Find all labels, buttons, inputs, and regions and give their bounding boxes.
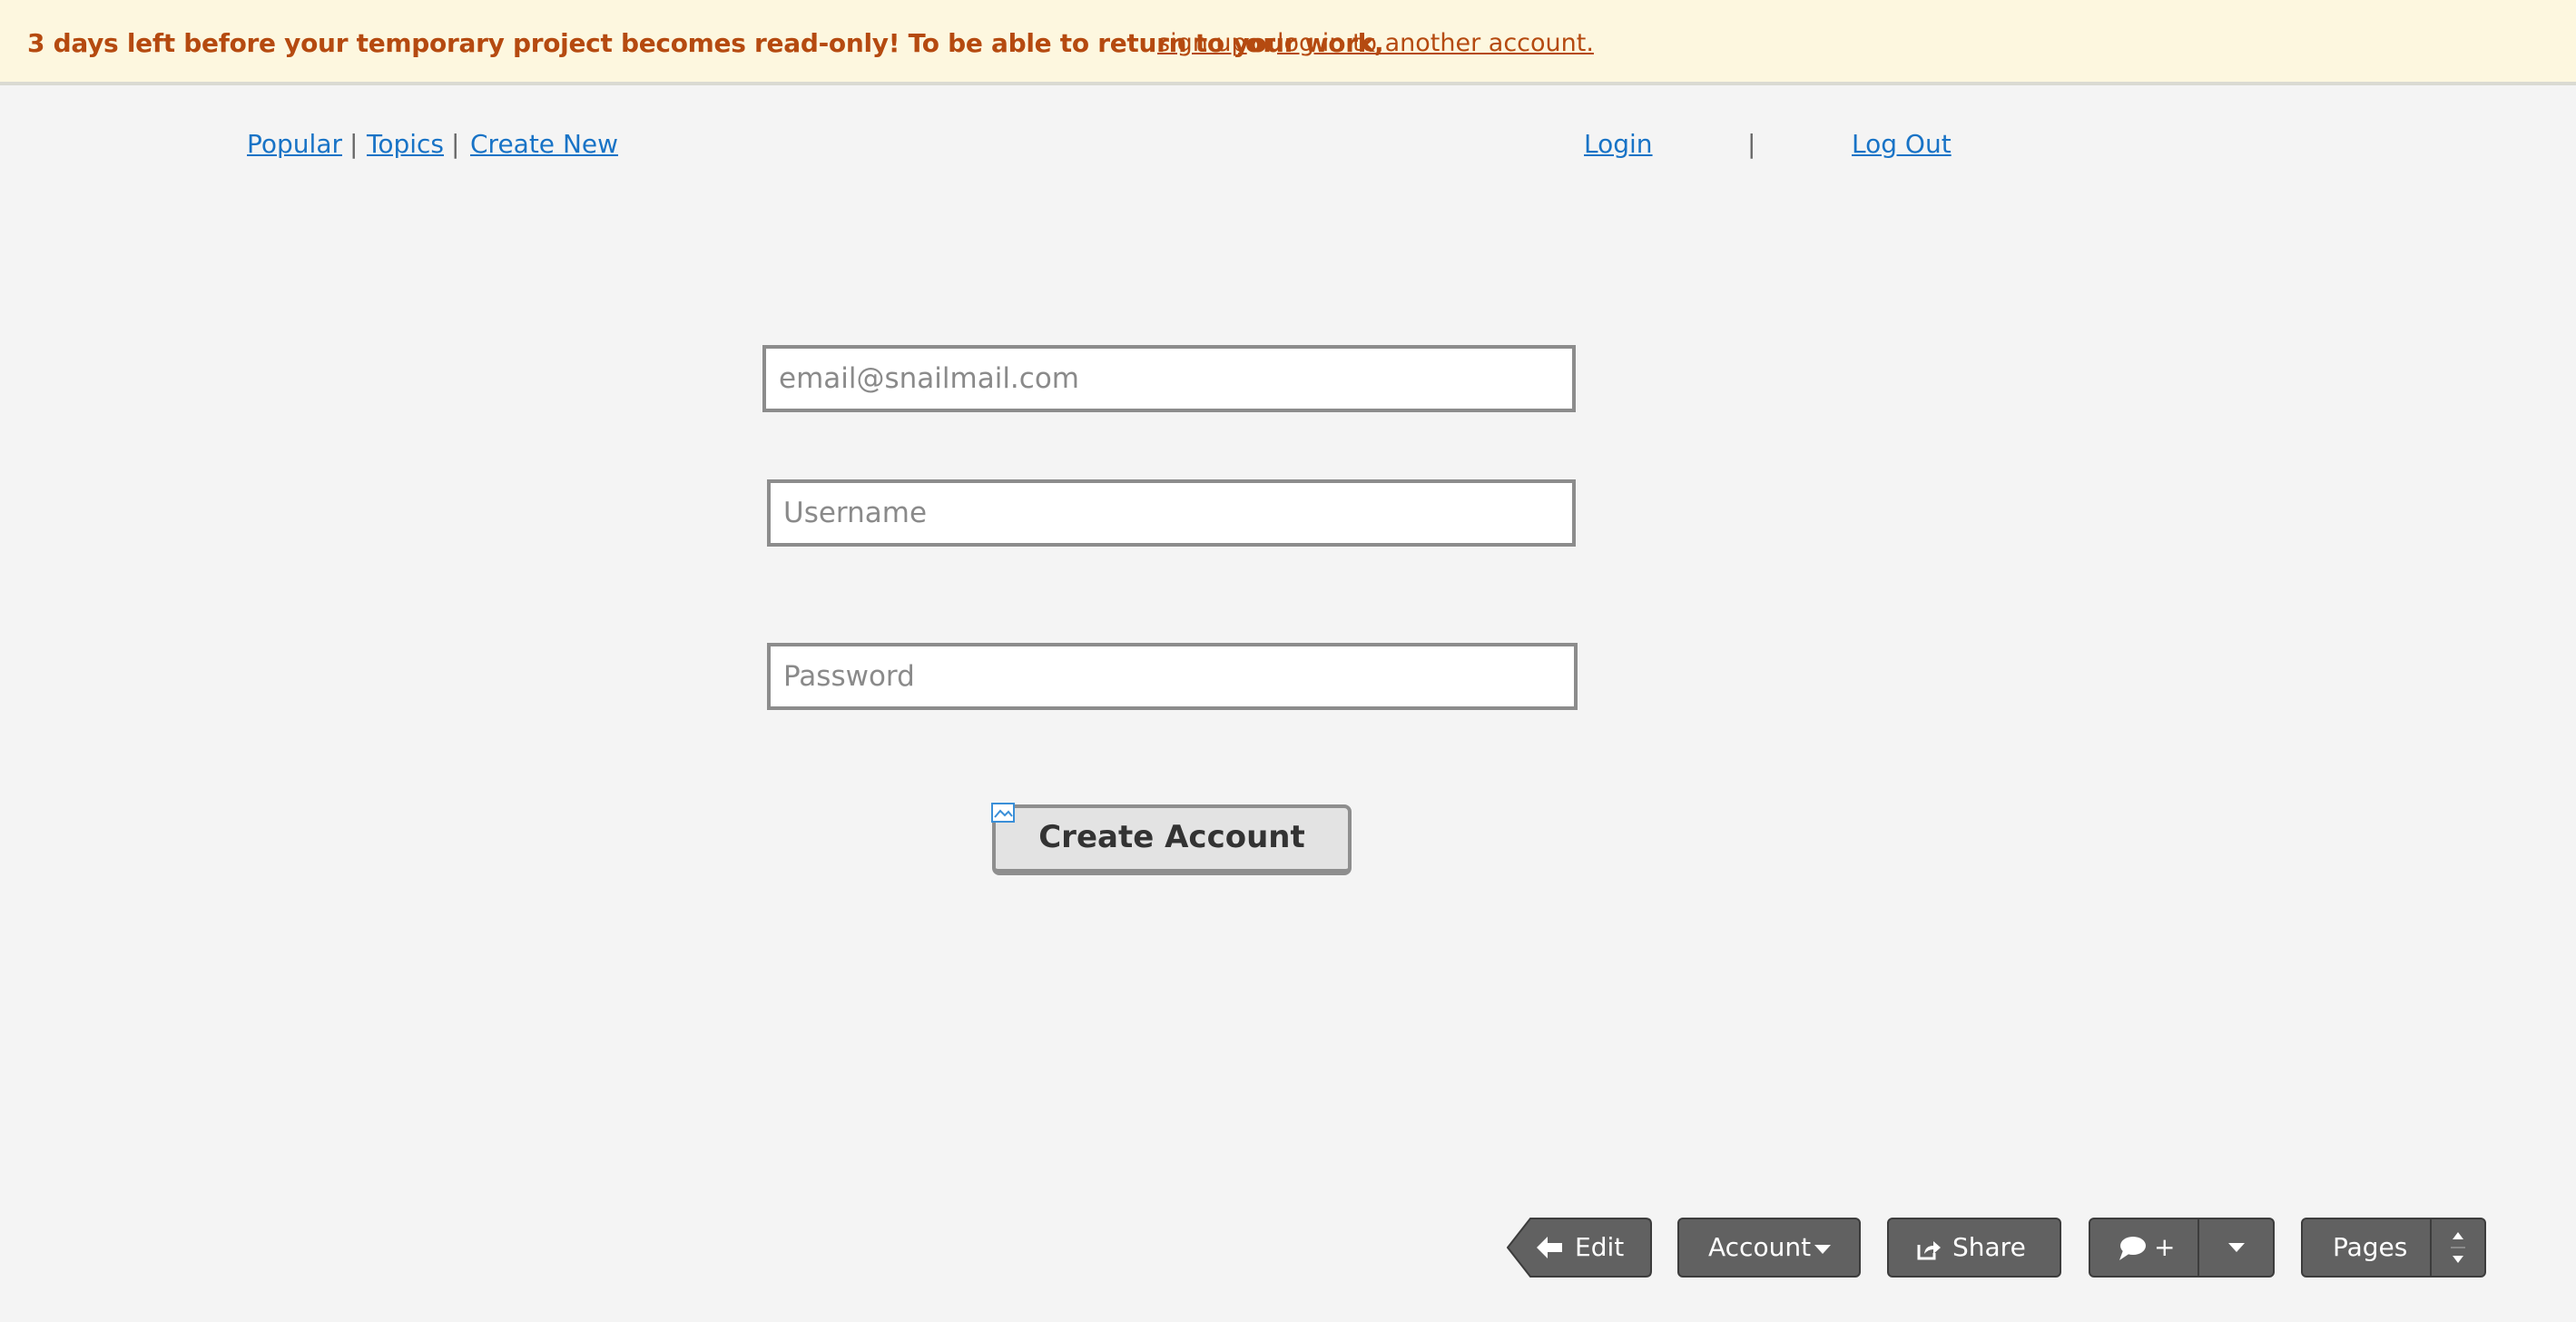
add-comment-button[interactable]: + — [2090, 1219, 2197, 1276]
nav-create-new-link[interactable]: Create New — [470, 129, 618, 159]
share-icon — [1917, 1241, 1941, 1260]
password-field[interactable] — [767, 643, 1578, 710]
login-other-account-link[interactable]: log in to another account. — [1277, 29, 1594, 57]
nav-separator: | — [349, 129, 359, 159]
account-button[interactable]: Account — [1677, 1218, 1861, 1278]
speech-bubble-icon — [2119, 1237, 2146, 1260]
username-field[interactable] — [767, 479, 1576, 547]
share-button[interactable]: Share — [1887, 1218, 2061, 1278]
sign-up-link[interactable]: sign up — [1157, 29, 1247, 57]
comment-more-button[interactable] — [2199, 1219, 2273, 1276]
edit-button[interactable]: Edit — [1507, 1218, 1652, 1278]
image-placeholder-icon — [991, 803, 1015, 823]
email-field[interactable] — [762, 345, 1576, 412]
notice-banner: 3 days left before your temporary projec… — [0, 0, 2576, 85]
up-down-arrows-icon — [2451, 1232, 2465, 1263]
edit-label: Edit — [1575, 1232, 1625, 1262]
pages-label: Pages — [2333, 1232, 2408, 1262]
page-stepper[interactable] — [2432, 1219, 2484, 1276]
nav-login-link[interactable]: Login — [1584, 129, 1653, 159]
pages-button[interactable]: Pages — [2303, 1219, 2430, 1276]
arrow-left-icon — [1537, 1237, 1562, 1258]
banner-or-text: or — [1245, 28, 1276, 58]
caret-down-icon — [1814, 1245, 1831, 1254]
nav-logout-link[interactable]: Log Out — [1852, 129, 1952, 159]
pages-button-group: Pages — [2301, 1218, 2486, 1278]
add-comment-label: + — [2154, 1232, 2176, 1262]
nav-topics-link[interactable]: Topics — [367, 129, 444, 159]
share-label: Share — [1952, 1232, 2026, 1262]
nav-separator: | — [451, 129, 460, 159]
caret-down-icon — [2228, 1243, 2245, 1252]
create-account-button[interactable]: Create Account — [992, 804, 1352, 875]
nav-separator: | — [1747, 129, 1756, 159]
comment-button-group: + — [2089, 1218, 2275, 1278]
nav-popular-link[interactable]: Popular — [247, 129, 342, 159]
account-label: Account — [1708, 1232, 1812, 1262]
